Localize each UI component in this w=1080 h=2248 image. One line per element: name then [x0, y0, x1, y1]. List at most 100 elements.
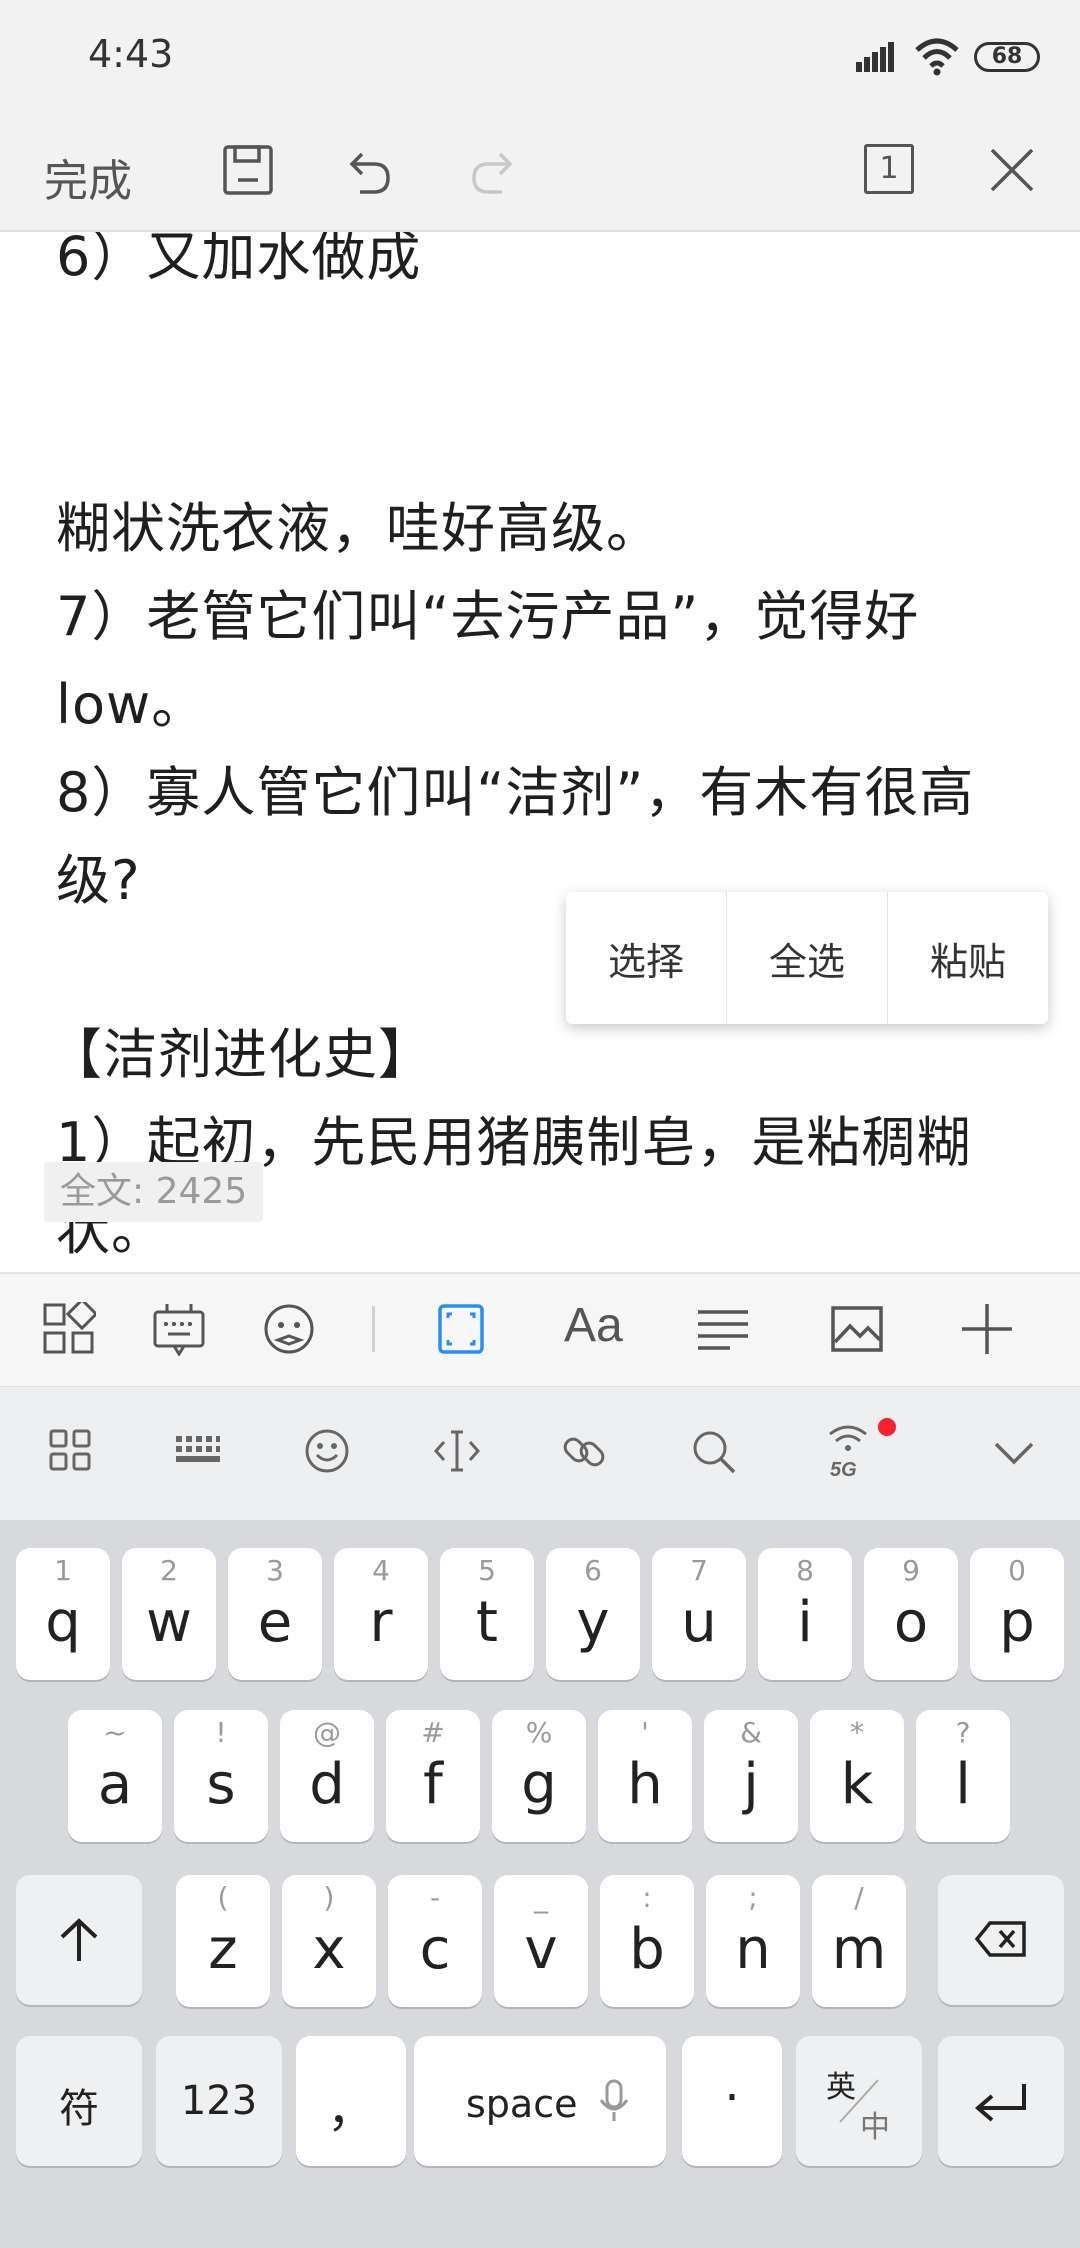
- key-primary-label: s: [206, 1752, 236, 1817]
- key-e[interactable]: 3e: [228, 1548, 322, 1680]
- key-secondary-label: :: [642, 1881, 652, 1914]
- key-k[interactable]: * k: [810, 1710, 904, 1842]
- key-secondary-label: 2: [160, 1554, 178, 1587]
- key-secondary-label: 5: [478, 1554, 496, 1587]
- key-primary-label: g: [521, 1752, 557, 1817]
- shift-key[interactable]: [16, 1875, 142, 2005]
- key-y[interactable]: 6y: [546, 1548, 640, 1680]
- doc-line: 7）老管它们叫“去污产品”，觉得好: [56, 585, 920, 648]
- chevron-down-icon[interactable]: [992, 1432, 1036, 1472]
- key-u[interactable]: 7u: [652, 1548, 746, 1680]
- grid-menu-icon[interactable]: [48, 1428, 92, 1472]
- backspace-icon: [974, 1921, 1026, 1957]
- search-icon[interactable]: [690, 1428, 738, 1476]
- page-indicator[interactable]: 1: [864, 144, 914, 194]
- diagonal-divider-icon: [839, 2079, 879, 2123]
- selection-frame-icon[interactable]: [434, 1302, 488, 1356]
- cursor-move-icon[interactable]: [432, 1428, 482, 1474]
- key-secondary-label: ?: [955, 1716, 971, 1749]
- doc-line: 8）寡人管它们叫“洁剂”，有木有很高: [56, 761, 975, 824]
- key-primary-label: r: [369, 1590, 393, 1655]
- image-icon[interactable]: [830, 1302, 884, 1356]
- key-primary-label: d: [309, 1752, 345, 1817]
- key-secondary-label: 4: [372, 1554, 390, 1587]
- doc-line: 6）又加水做成: [56, 232, 422, 288]
- notification-dot: [878, 1418, 896, 1436]
- backspace-key[interactable]: [938, 1875, 1064, 2005]
- key-secondary-label: ~: [103, 1716, 127, 1749]
- key-secondary-label: /: [854, 1881, 864, 1914]
- period-key[interactable]: ·: [682, 2036, 782, 2166]
- apps-grid-icon[interactable]: [42, 1302, 96, 1356]
- key-secondary-label: @: [313, 1716, 341, 1749]
- key-primary-label: j: [743, 1752, 759, 1817]
- key-primary-label: z: [208, 1917, 238, 1982]
- doc-line: 【洁剂进化史】: [48, 1023, 433, 1086]
- key-primary-label: e: [257, 1590, 293, 1655]
- select-button[interactable]: 选择: [566, 892, 726, 1024]
- key-primary-label: b: [629, 1917, 665, 1982]
- key-a[interactable]: ~ a: [68, 1710, 162, 1842]
- word-count-badge: 全文: 2425: [44, 1162, 264, 1222]
- key-n[interactable]: ; n: [706, 1875, 800, 2007]
- emoji-icon[interactable]: [304, 1428, 350, 1474]
- link-icon[interactable]: [560, 1428, 608, 1476]
- key-c[interactable]: -c: [388, 1875, 482, 2007]
- key-x[interactable]: ) x: [282, 1875, 376, 2007]
- key-secondary-label: #: [421, 1716, 445, 1749]
- keyboard-layout-icon[interactable]: [174, 1430, 222, 1470]
- key-j[interactable]: & j: [704, 1710, 798, 1842]
- key-p[interactable]: 0p: [970, 1548, 1064, 1680]
- add-icon[interactable]: [960, 1302, 1014, 1356]
- signal-icon: [856, 42, 894, 72]
- key-s[interactable]: ! s: [174, 1710, 268, 1842]
- key-l[interactable]: ? l: [916, 1710, 1010, 1842]
- key-i[interactable]: 8i: [758, 1548, 852, 1680]
- key-primary-label: l: [955, 1752, 971, 1817]
- text-context-menu: 选择 全选 粘贴: [566, 892, 1048, 1024]
- battery-indicator: 68: [974, 42, 1040, 72]
- comma-key[interactable]: ，: [296, 2036, 406, 2166]
- save-icon[interactable]: [220, 142, 276, 198]
- key-o[interactable]: 9o: [864, 1548, 958, 1680]
- emoji-face-icon[interactable]: [262, 1302, 316, 1356]
- done-button[interactable]: 完成: [44, 145, 132, 209]
- align-left-icon[interactable]: [696, 1302, 750, 1356]
- key-h[interactable]: ' h: [598, 1710, 692, 1842]
- key-w[interactable]: 2w: [122, 1548, 216, 1680]
- key-q[interactable]: 1q: [16, 1548, 110, 1680]
- font-style-icon[interactable]: Aa: [564, 1298, 623, 1353]
- doc-line: 级?: [56, 849, 141, 912]
- svg-text:5G: 5G: [830, 1459, 857, 1480]
- key-r[interactable]: 4r: [334, 1548, 428, 1680]
- status-time: 4:43: [88, 32, 174, 76]
- select-all-button[interactable]: 全选: [726, 892, 887, 1024]
- keyboard-toggle-icon[interactable]: [152, 1302, 206, 1356]
- key-secondary-label: ': [641, 1716, 649, 1749]
- key-primary-label: w: [146, 1590, 192, 1655]
- key-b[interactable]: :b: [600, 1875, 694, 2007]
- doc-line: 糊状洗衣液，哇好高级。: [56, 497, 661, 560]
- wifi-icon: [915, 38, 959, 76]
- key-m[interactable]: / m: [812, 1875, 906, 2007]
- key-g[interactable]: % g: [492, 1710, 586, 1842]
- key-t[interactable]: 5t: [440, 1548, 534, 1680]
- paste-button[interactable]: 粘贴: [887, 892, 1048, 1024]
- toolbar-divider: [372, 1306, 375, 1352]
- space-key[interactable]: space: [414, 2036, 666, 2166]
- numbers-key[interactable]: 123: [156, 2036, 282, 2166]
- enter-key[interactable]: [938, 2036, 1064, 2166]
- key-primary-label: a: [97, 1752, 133, 1817]
- key-z[interactable]: (z: [176, 1875, 270, 2007]
- key-primary-label: n: [735, 1917, 771, 1982]
- close-icon[interactable]: [984, 142, 1040, 198]
- key-d[interactable]: @ d: [280, 1710, 374, 1842]
- key-f[interactable]: # f: [386, 1710, 480, 1842]
- redo-icon[interactable]: [466, 142, 522, 198]
- document-body[interactable]: 6）又加水做成 糊状洗衣液，哇好高级。 7）老管它们叫“去污产品”，觉得好 lo…: [0, 232, 1080, 1272]
- key-secondary-label: _: [534, 1881, 548, 1914]
- undo-icon[interactable]: [340, 142, 396, 198]
- language-switch-key[interactable]: 英 中: [796, 2036, 922, 2166]
- key-v[interactable]: _ v: [494, 1875, 588, 2007]
- symbols-key[interactable]: 符: [16, 2036, 142, 2166]
